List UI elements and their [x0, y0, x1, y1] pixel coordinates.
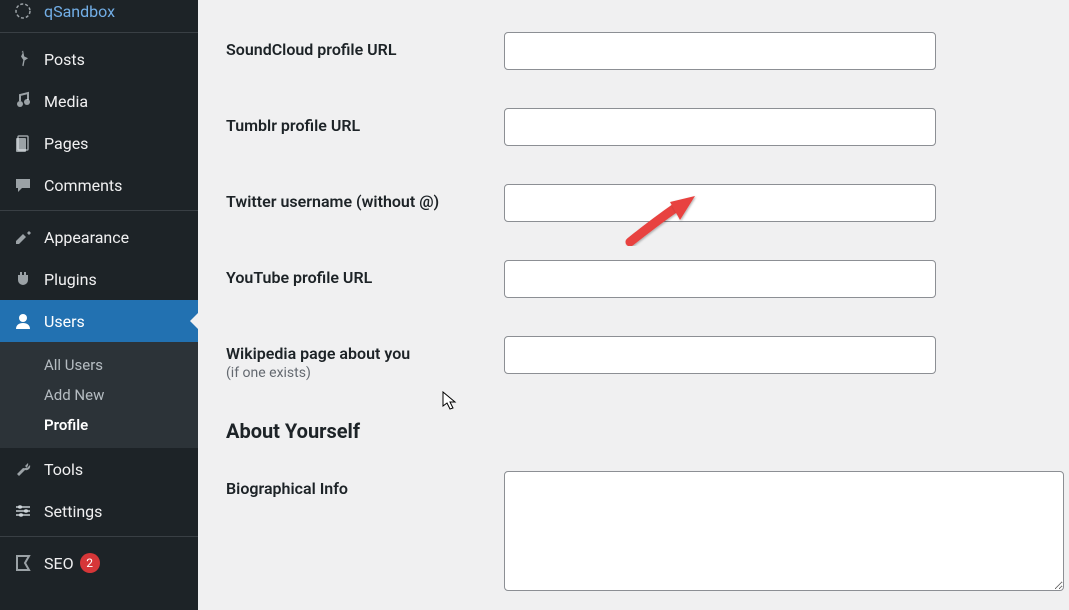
field-label: SoundCloud profile URL: [226, 32, 504, 59]
sidebar-item-appearance[interactable]: Appearance: [0, 216, 198, 258]
sidebar-item-label: Pages: [44, 134, 88, 153]
sidebar-item-label: Comments: [44, 176, 122, 195]
form-row-tumblr: Tumblr profile URL: [226, 108, 1069, 146]
field-label: Wikipedia page about you (if one exists): [226, 336, 504, 381]
sidebar-item-qsandbox[interactable]: qSandbox: [0, 0, 198, 28]
users-submenu: All Users Add New Profile: [0, 342, 198, 448]
form-row-twitter: Twitter username (without @): [226, 184, 1069, 222]
admin-sidebar: qSandbox Posts Media Pages Comments Appe…: [0, 0, 198, 610]
sidebar-item-label: Users: [44, 312, 85, 331]
users-icon: [12, 310, 34, 332]
tools-icon: [12, 458, 34, 480]
field-label: Biographical Info: [226, 471, 504, 498]
qsandbox-icon: [12, 0, 34, 22]
plugins-icon: [12, 268, 34, 290]
soundcloud-input[interactable]: [504, 32, 936, 70]
field-label: Twitter username (without @): [226, 184, 504, 211]
settings-icon: [12, 500, 34, 522]
notification-badge: 2: [80, 553, 100, 573]
sidebar-item-tools[interactable]: Tools: [0, 448, 198, 490]
field-sublabel: (if one exists): [226, 365, 504, 381]
section-heading-about: About Yourself: [226, 419, 1069, 443]
twitter-input[interactable]: [504, 184, 936, 222]
form-row-youtube: YouTube profile URL: [226, 260, 1069, 298]
sidebar-item-label: Posts: [44, 50, 85, 69]
pin-icon: [12, 48, 34, 70]
sidebar-item-pages[interactable]: Pages: [0, 122, 198, 164]
comments-icon: [12, 174, 34, 196]
form-row-wikipedia: Wikipedia page about you (if one exists): [226, 336, 1069, 381]
sidebar-item-comments[interactable]: Comments: [0, 164, 198, 206]
form-row-soundcloud: SoundCloud profile URL: [226, 32, 1069, 70]
sidebar-item-label: Plugins: [44, 270, 97, 289]
sidebar-item-plugins[interactable]: Plugins: [0, 258, 198, 300]
field-label-text: Wikipedia page about you: [226, 344, 410, 363]
sidebar-item-label: Media: [44, 92, 88, 111]
sidebar-item-settings[interactable]: Settings: [0, 490, 198, 532]
menu-separator: [0, 28, 198, 33]
submenu-all-users[interactable]: All Users: [0, 350, 198, 380]
sidebar-item-label: SEO: [44, 554, 74, 573]
field-label: Tumblr profile URL: [226, 108, 504, 135]
sidebar-item-posts[interactable]: Posts: [0, 38, 198, 80]
tumblr-input[interactable]: [504, 108, 936, 146]
form-row-bio: Biographical Info: [226, 471, 1069, 591]
media-icon: [12, 90, 34, 112]
main-content: SoundCloud profile URL Tumblr profile UR…: [198, 0, 1069, 610]
sidebar-item-seo[interactable]: SEO 2: [0, 542, 198, 584]
sidebar-item-media[interactable]: Media: [0, 80, 198, 122]
sidebar-item-label: Settings: [44, 502, 102, 521]
submenu-add-new[interactable]: Add New: [0, 380, 198, 410]
appearance-icon: [12, 226, 34, 248]
field-label: YouTube profile URL: [226, 260, 504, 287]
bio-textarea[interactable]: [504, 471, 1064, 591]
seo-icon: [12, 552, 34, 574]
sidebar-item-label: Appearance: [44, 228, 129, 247]
menu-separator: [0, 206, 198, 211]
sidebar-item-users[interactable]: Users: [0, 300, 198, 342]
menu-separator: [0, 532, 198, 537]
pages-icon: [12, 132, 34, 154]
submenu-profile[interactable]: Profile: [0, 410, 198, 440]
youtube-input[interactable]: [504, 260, 936, 298]
sidebar-item-label: Tools: [44, 460, 83, 479]
sidebar-item-label: qSandbox: [44, 2, 115, 21]
wikipedia-input[interactable]: [504, 336, 936, 374]
profile-form: SoundCloud profile URL Tumblr profile UR…: [226, 32, 1069, 591]
